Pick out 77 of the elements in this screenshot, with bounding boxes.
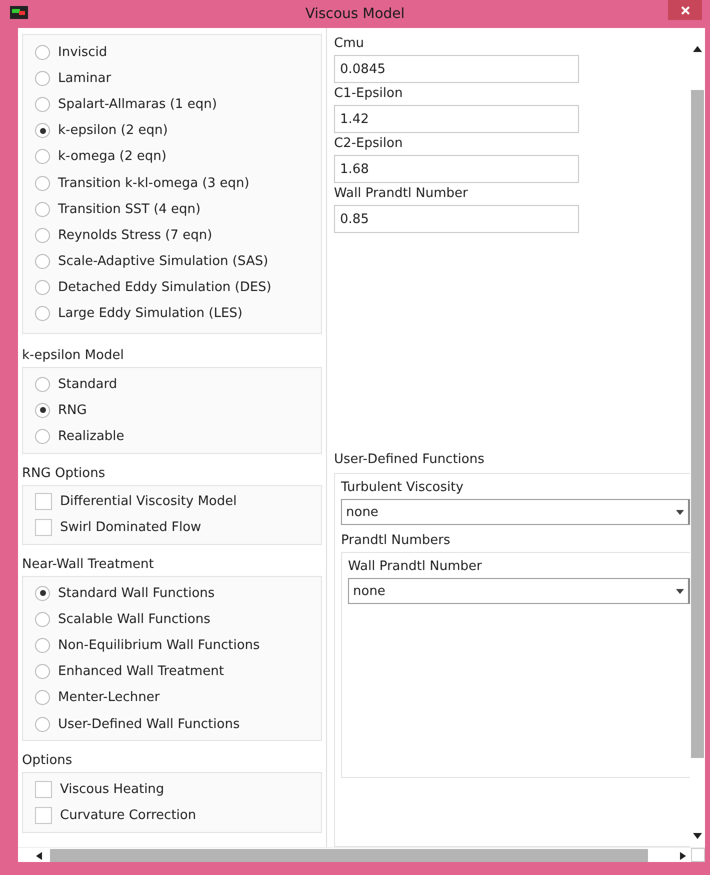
group-label: RNG Options bbox=[22, 466, 106, 481]
option-label: Reynolds Stress (7 eqn) bbox=[58, 228, 212, 243]
option-label: Laminar bbox=[58, 70, 112, 86]
radio-button[interactable] bbox=[35, 70, 50, 86]
option-label: k-epsilon (2 eqn) bbox=[58, 123, 168, 138]
radio-button[interactable] bbox=[35, 612, 50, 627]
scroll-right-icon[interactable] bbox=[680, 852, 686, 860]
option-label: RNG bbox=[58, 402, 87, 418]
radio-button[interactable] bbox=[35, 96, 50, 112]
option-label: Scale-Adaptive Simulation (SAS) bbox=[58, 254, 268, 270]
dropdown[interactable]: none bbox=[341, 499, 690, 525]
option-label: Enhanced Wall Treatment bbox=[58, 664, 224, 680]
option-label: Transition k-kl-omega (3 eqn) bbox=[58, 176, 250, 191]
close-icon bbox=[680, 6, 690, 14]
close-button[interactable] bbox=[668, 0, 702, 20]
radio-button[interactable] bbox=[35, 202, 50, 217]
group-label: User-Defined Functions bbox=[334, 452, 486, 467]
option-label: Non-Equilibrium Wall Functions bbox=[58, 638, 260, 653]
option-label: Inviscid bbox=[58, 44, 108, 60]
radio-button[interactable] bbox=[35, 664, 50, 680]
group-label: k-epsilon Model bbox=[22, 348, 125, 364]
option-label: Menter-Lechner bbox=[58, 690, 160, 706]
field-label: Wall Prandtl Number bbox=[348, 559, 483, 574]
window-title: Viscous Model bbox=[305, 6, 405, 22]
radio-button[interactable] bbox=[35, 638, 50, 653]
radio-button[interactable] bbox=[35, 123, 50, 138]
radio-button[interactable] bbox=[35, 690, 50, 706]
scroll-down-icon[interactable] bbox=[693, 833, 702, 839]
dropdown[interactable]: none bbox=[348, 578, 690, 604]
horizontal-scrollbar[interactable] bbox=[18, 847, 705, 862]
checkbox[interactable] bbox=[35, 780, 52, 798]
radio-button[interactable] bbox=[35, 176, 50, 191]
group-label: Options bbox=[22, 753, 74, 768]
option-label: Viscous Heating bbox=[60, 782, 164, 797]
checkbox[interactable] bbox=[35, 493, 52, 510]
checkbox[interactable] bbox=[35, 519, 52, 536]
option-label: k-omega (2 eqn) bbox=[58, 149, 166, 164]
radio-button[interactable] bbox=[35, 306, 50, 322]
caret-icon bbox=[676, 510, 684, 514]
option-label: Detached Eddy Simulation (DES) bbox=[58, 280, 272, 296]
option-label: Swirl Dominated Flow bbox=[60, 520, 202, 536]
field-label: C1-Epsilon bbox=[334, 86, 404, 101]
group-label: Near-Wall Treatment bbox=[22, 557, 155, 572]
input-field[interactable]: 1.42 bbox=[334, 105, 579, 133]
option-label: User-Defined Wall Functions bbox=[58, 716, 240, 732]
field-label: C2-Epsilon bbox=[334, 136, 404, 151]
field-label: Wall Prandtl Number bbox=[334, 186, 469, 201]
radio-button[interactable] bbox=[35, 586, 50, 601]
option-label: Realizable bbox=[58, 429, 124, 444]
scroll-left-icon[interactable] bbox=[36, 852, 42, 860]
app-icon bbox=[10, 6, 28, 19]
field-label: Cmu bbox=[334, 36, 365, 51]
checkbox[interactable] bbox=[35, 806, 52, 824]
radio-button[interactable] bbox=[35, 402, 50, 418]
input-field[interactable]: 0.0845 bbox=[334, 55, 579, 83]
caret-icon bbox=[676, 588, 684, 594]
radio-button[interactable] bbox=[35, 149, 50, 164]
group-label: Prandtl Numbers bbox=[341, 533, 452, 548]
radio-button[interactable] bbox=[35, 429, 50, 444]
input-field[interactable]: 0.85 bbox=[334, 205, 579, 233]
field-label: Turbulent Viscosity bbox=[341, 480, 464, 495]
radio-button[interactable] bbox=[35, 376, 50, 392]
radio-button[interactable] bbox=[35, 44, 50, 60]
radio-button[interactable] bbox=[35, 254, 50, 270]
option-label: Scalable Wall Functions bbox=[58, 612, 210, 627]
option-label: Differential Viscosity Model bbox=[60, 494, 237, 510]
option-label: Standard Wall Functions bbox=[58, 586, 215, 601]
option-label: Standard bbox=[58, 376, 118, 392]
option-label: Transition SST (4 eqn) bbox=[58, 202, 201, 217]
radio-button[interactable] bbox=[35, 280, 50, 296]
input-field[interactable]: 1.68 bbox=[334, 155, 579, 183]
option-label: Curvature Correction bbox=[60, 808, 196, 823]
radio-button[interactable] bbox=[35, 716, 50, 732]
option-label: Large Eddy Simulation (LES) bbox=[58, 306, 242, 322]
option-label: Spalart-Allmaras (1 eqn) bbox=[58, 96, 217, 112]
radio-button[interactable] bbox=[35, 228, 50, 243]
scroll-up-icon[interactable] bbox=[693, 46, 702, 52]
